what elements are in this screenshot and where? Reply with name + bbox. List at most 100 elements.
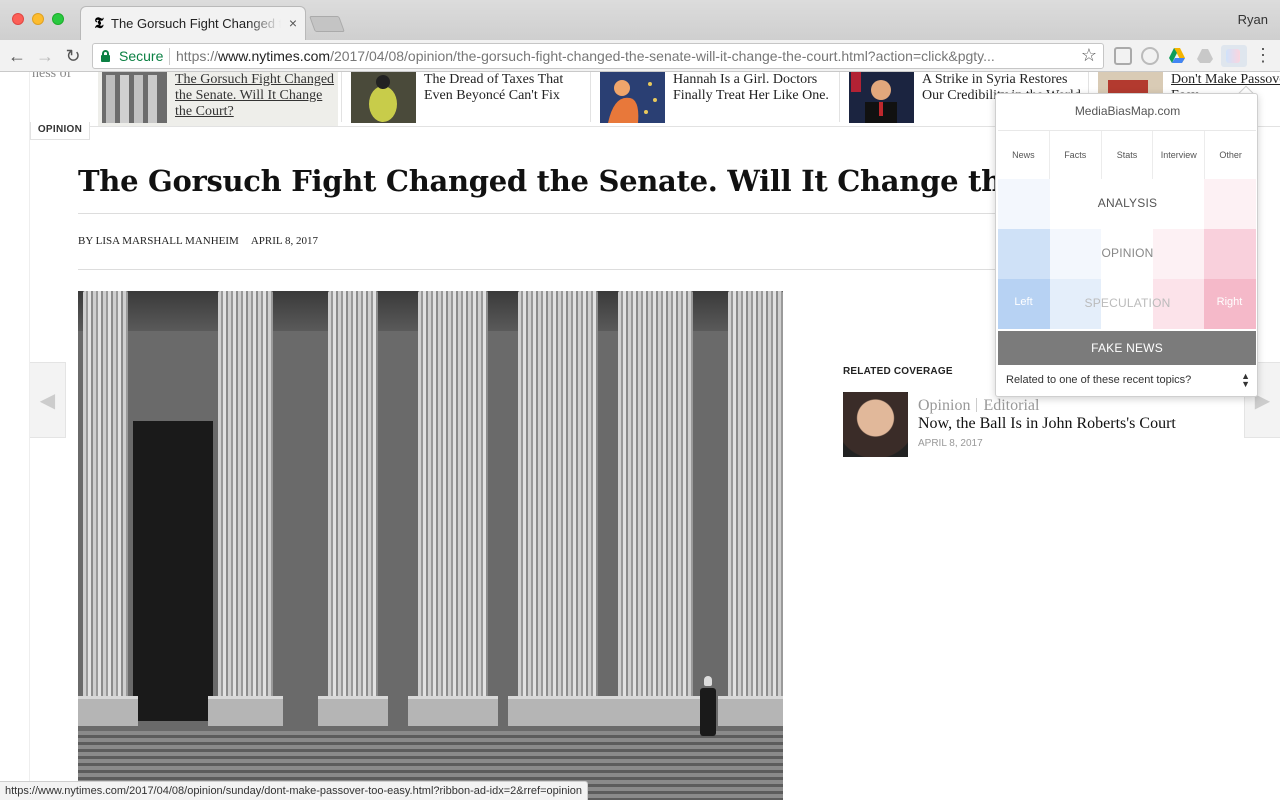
photo-column	[618, 291, 693, 711]
ribbon-prev-fragment[interactable]: ness of	[32, 72, 71, 82]
bias-cell[interactable]	[998, 179, 1050, 229]
previous-article-arrow-icon[interactable]: ◀	[30, 362, 66, 438]
mediabiasmap-extension-icon[interactable]	[1221, 45, 1247, 67]
maximize-window-button[interactable]	[52, 13, 64, 25]
topics-select[interactable]: Related to one of these recent topics? ▲…	[998, 367, 1256, 395]
photo-column-base	[408, 696, 498, 726]
related-article-title[interactable]: Now, the Ball Is in John Roberts's Court	[918, 415, 1176, 433]
tab-other[interactable]: Other	[1205, 131, 1256, 181]
extension-grid-icon[interactable]	[1114, 47, 1132, 65]
close-window-button[interactable]	[12, 13, 24, 25]
browser-tab-active[interactable]: 𝕿 The Gorsuch Fight Changed the Senate. …	[80, 6, 306, 40]
photo-column-base	[318, 696, 388, 726]
photo-guard-figure	[698, 676, 718, 736]
tab-close-icon[interactable]: ×	[289, 15, 297, 31]
photo-column	[728, 291, 783, 711]
photo-column-base	[508, 696, 608, 726]
tab-title: The Gorsuch Fight Changed the Senate. Wi…	[111, 16, 281, 31]
topics-select-label: Related to one of these recent topics?	[1006, 374, 1192, 386]
row-label-speculation: SPECULATION	[1084, 296, 1171, 310]
kicker-divider	[976, 398, 978, 412]
photo-column	[418, 291, 488, 711]
ribbon-thumb-photo	[849, 72, 914, 123]
bias-cell[interactable]	[998, 229, 1050, 279]
fake-news-button[interactable]: FAKE NEWS	[998, 331, 1256, 365]
page-left-gutter	[0, 72, 30, 800]
ribbon-item-title: Hannah Is a Girl. Doctors Finally Treat …	[673, 72, 829, 103]
popup-title[interactable]: MediaBiasMap.com	[996, 104, 1257, 118]
secure-label: Secure	[119, 48, 164, 64]
byline-rule	[78, 269, 998, 270]
photo-column-base	[208, 696, 283, 726]
ribbon-item[interactable]: Hannah Is a Girl. Doctors Finally Treat …	[596, 72, 836, 126]
article-headline: The Gorsuch Fight Changed the Senate. Wi…	[78, 164, 1138, 198]
tab-interview[interactable]: Interview	[1153, 131, 1206, 181]
popup-category-tabs: News Facts Stats Interview Other	[998, 130, 1256, 182]
ribbon-thumb-illustration	[600, 72, 665, 123]
ribbon-thumb-columns	[102, 72, 167, 123]
row-label-opinion: OPINION	[1101, 246, 1154, 260]
ribbon-thumb-illustration	[351, 72, 416, 123]
select-arrows-icon: ▲ ▼	[1241, 371, 1250, 389]
byline-author[interactable]: By LISA MARSHALL MANHEIM	[78, 235, 239, 247]
photo-column	[83, 291, 128, 711]
minimize-window-button[interactable]	[32, 13, 44, 25]
extension-circle-icon[interactable]	[1141, 47, 1159, 65]
related-article-date: APRIL 8, 2017	[918, 438, 983, 449]
related-kicker-type[interactable]: Editorial	[983, 397, 1039, 414]
section-label[interactable]: OPINION	[30, 122, 90, 140]
reload-icon[interactable]: ↻	[61, 44, 85, 68]
photo-column	[218, 291, 273, 711]
article-photo-supreme-court-columns	[78, 291, 783, 800]
browser-titlebar: 𝕿 The Gorsuch Fight Changed the Senate. …	[0, 0, 1280, 40]
related-thumbnail[interactable]	[843, 392, 908, 457]
byline-date: APRIL 8, 2017	[250, 235, 318, 247]
related-coverage-label: RELATED COVERAGE	[843, 366, 953, 377]
related-kicker-section[interactable]: Opinion	[918, 397, 970, 414]
drive-grey-icon[interactable]	[1196, 47, 1214, 65]
bias-cell[interactable]	[1204, 229, 1256, 279]
address-bar[interactable]: Secure https://www.nytimes.com/2017/04/0…	[92, 43, 1104, 69]
related-kicker: Opinion Editorial	[918, 397, 1039, 415]
photo-column-base	[718, 696, 783, 726]
back-arrow-icon[interactable]: ←	[5, 44, 29, 68]
row-label-analysis: ANALYSIS	[1097, 196, 1158, 210]
url-host: www.nytimes.com	[218, 48, 331, 64]
photo-column	[328, 291, 378, 711]
bias-cell[interactable]	[1204, 179, 1256, 229]
photo-doorway	[133, 421, 213, 721]
ribbon-divider	[839, 72, 840, 122]
axis-label-right: Right	[1216, 296, 1243, 308]
bookmark-star-icon[interactable]: ☆	[1081, 45, 1097, 66]
status-bar-url: https://www.nytimes.com/2017/04/08/opini…	[0, 781, 588, 800]
ribbon-item[interactable]: The Dread of Taxes That Even Beyoncé Can…	[347, 72, 587, 126]
ribbon-item-title: The Gorsuch Fight Changed the Senate. Wi…	[175, 72, 335, 119]
photo-column-base	[608, 696, 703, 726]
url-path: /2017/04/08/opinion/the-gorsuch-fight-ch…	[330, 48, 995, 64]
byline: By LISA MARSHALL MANHEIM APRIL 8, 2017	[78, 235, 318, 247]
google-drive-icon[interactable]	[1168, 47, 1186, 65]
url-text: https://www.nytimes.com/2017/04/08/opini…	[176, 48, 1076, 64]
ribbon-item-title: The Dread of Taxes That Even Beyoncé Can…	[424, 72, 564, 103]
tab-facts[interactable]: Facts	[1050, 131, 1102, 181]
forward-arrow-icon[interactable]: →	[33, 44, 57, 68]
bias-grid: ANALYSIS OPINION SPECULATION Left Right	[998, 179, 1256, 329]
ribbon-divider	[590, 72, 591, 122]
ribbon-divider	[341, 72, 342, 122]
new-tab-button[interactable]	[309, 16, 345, 32]
axis-label-left: Left	[1014, 296, 1033, 308]
tab-news[interactable]: News	[998, 131, 1050, 181]
tab-stats[interactable]: Stats	[1102, 131, 1154, 181]
nyt-favicon-icon: 𝕿	[94, 14, 104, 32]
browser-toolbar: ← → ↻ Secure https://www.nytimes.com/201…	[0, 40, 1280, 72]
photo-column	[518, 291, 598, 711]
photo-column-base	[78, 696, 138, 726]
omnibox-divider	[169, 48, 170, 65]
chrome-menu-icon[interactable]: ⋮	[1254, 46, 1272, 64]
profile-name[interactable]: Ryan	[1238, 12, 1268, 27]
url-scheme: https://	[176, 48, 219, 64]
ribbon-item[interactable]: The Gorsuch Fight Changed the Senate. Wi…	[98, 72, 338, 126]
mediabiasmap-popup: MediaBiasMap.com News Facts Stats Interv…	[995, 93, 1258, 397]
headline-rule	[78, 213, 998, 214]
lock-icon	[101, 50, 110, 62]
